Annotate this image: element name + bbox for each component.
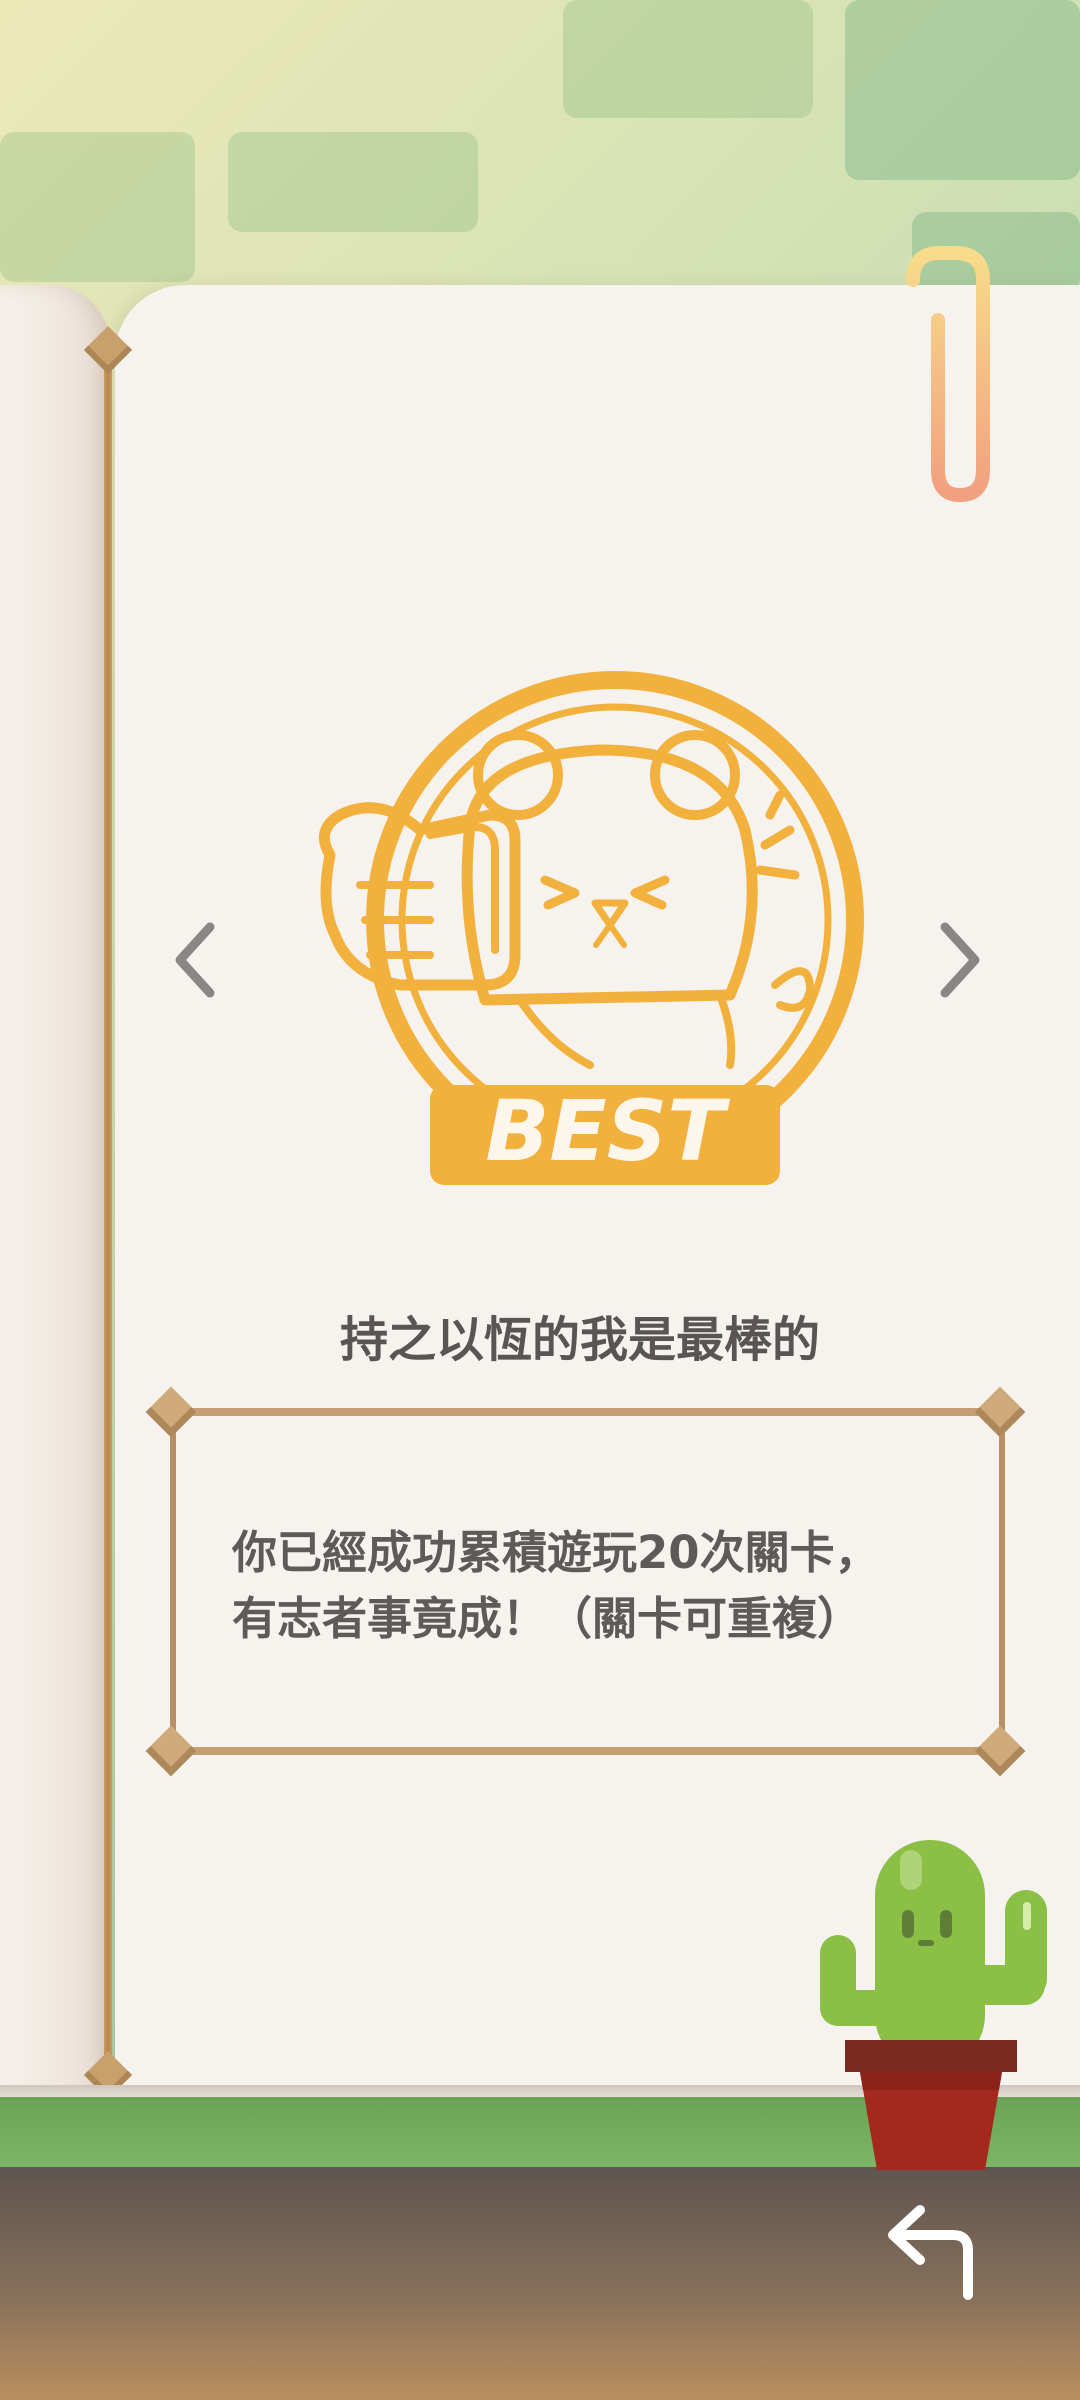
badge-image: BEST	[318, 671, 864, 1185]
back-button[interactable]	[878, 2195, 988, 2305]
cactus-icon	[820, 1840, 1047, 2170]
achievement-title: 持之以恆的我是最棒的	[339, 1312, 820, 1368]
book-left-page	[0, 285, 110, 2100]
description-line-1: 你已經成功累積遊玩20次關卡，	[232, 1526, 880, 1579]
bg-tile	[845, 0, 1080, 180]
paperclip-icon	[906, 246, 990, 503]
prev-button[interactable]	[165, 915, 225, 1005]
chevron-left-icon	[175, 922, 215, 998]
badge-label: BEST	[485, 1082, 730, 1180]
achievement-description: 你已經成功累積遊玩20次關卡， 有志者事竟成！（關卡可重複）	[232, 1520, 972, 1652]
frame-bottom-bar	[150, 1747, 1020, 1755]
frame-top-bar	[150, 1408, 1020, 1416]
bg-tile	[563, 0, 813, 118]
description-line-2: 有志者事竟成！（關卡可重複）	[232, 1592, 863, 1645]
bg-tile	[0, 132, 195, 282]
bg-tile	[228, 132, 478, 232]
return-arrow-icon	[888, 2205, 973, 2300]
next-button[interactable]	[930, 915, 990, 1005]
chevron-right-icon	[940, 922, 980, 998]
book-spine	[104, 345, 112, 2075]
